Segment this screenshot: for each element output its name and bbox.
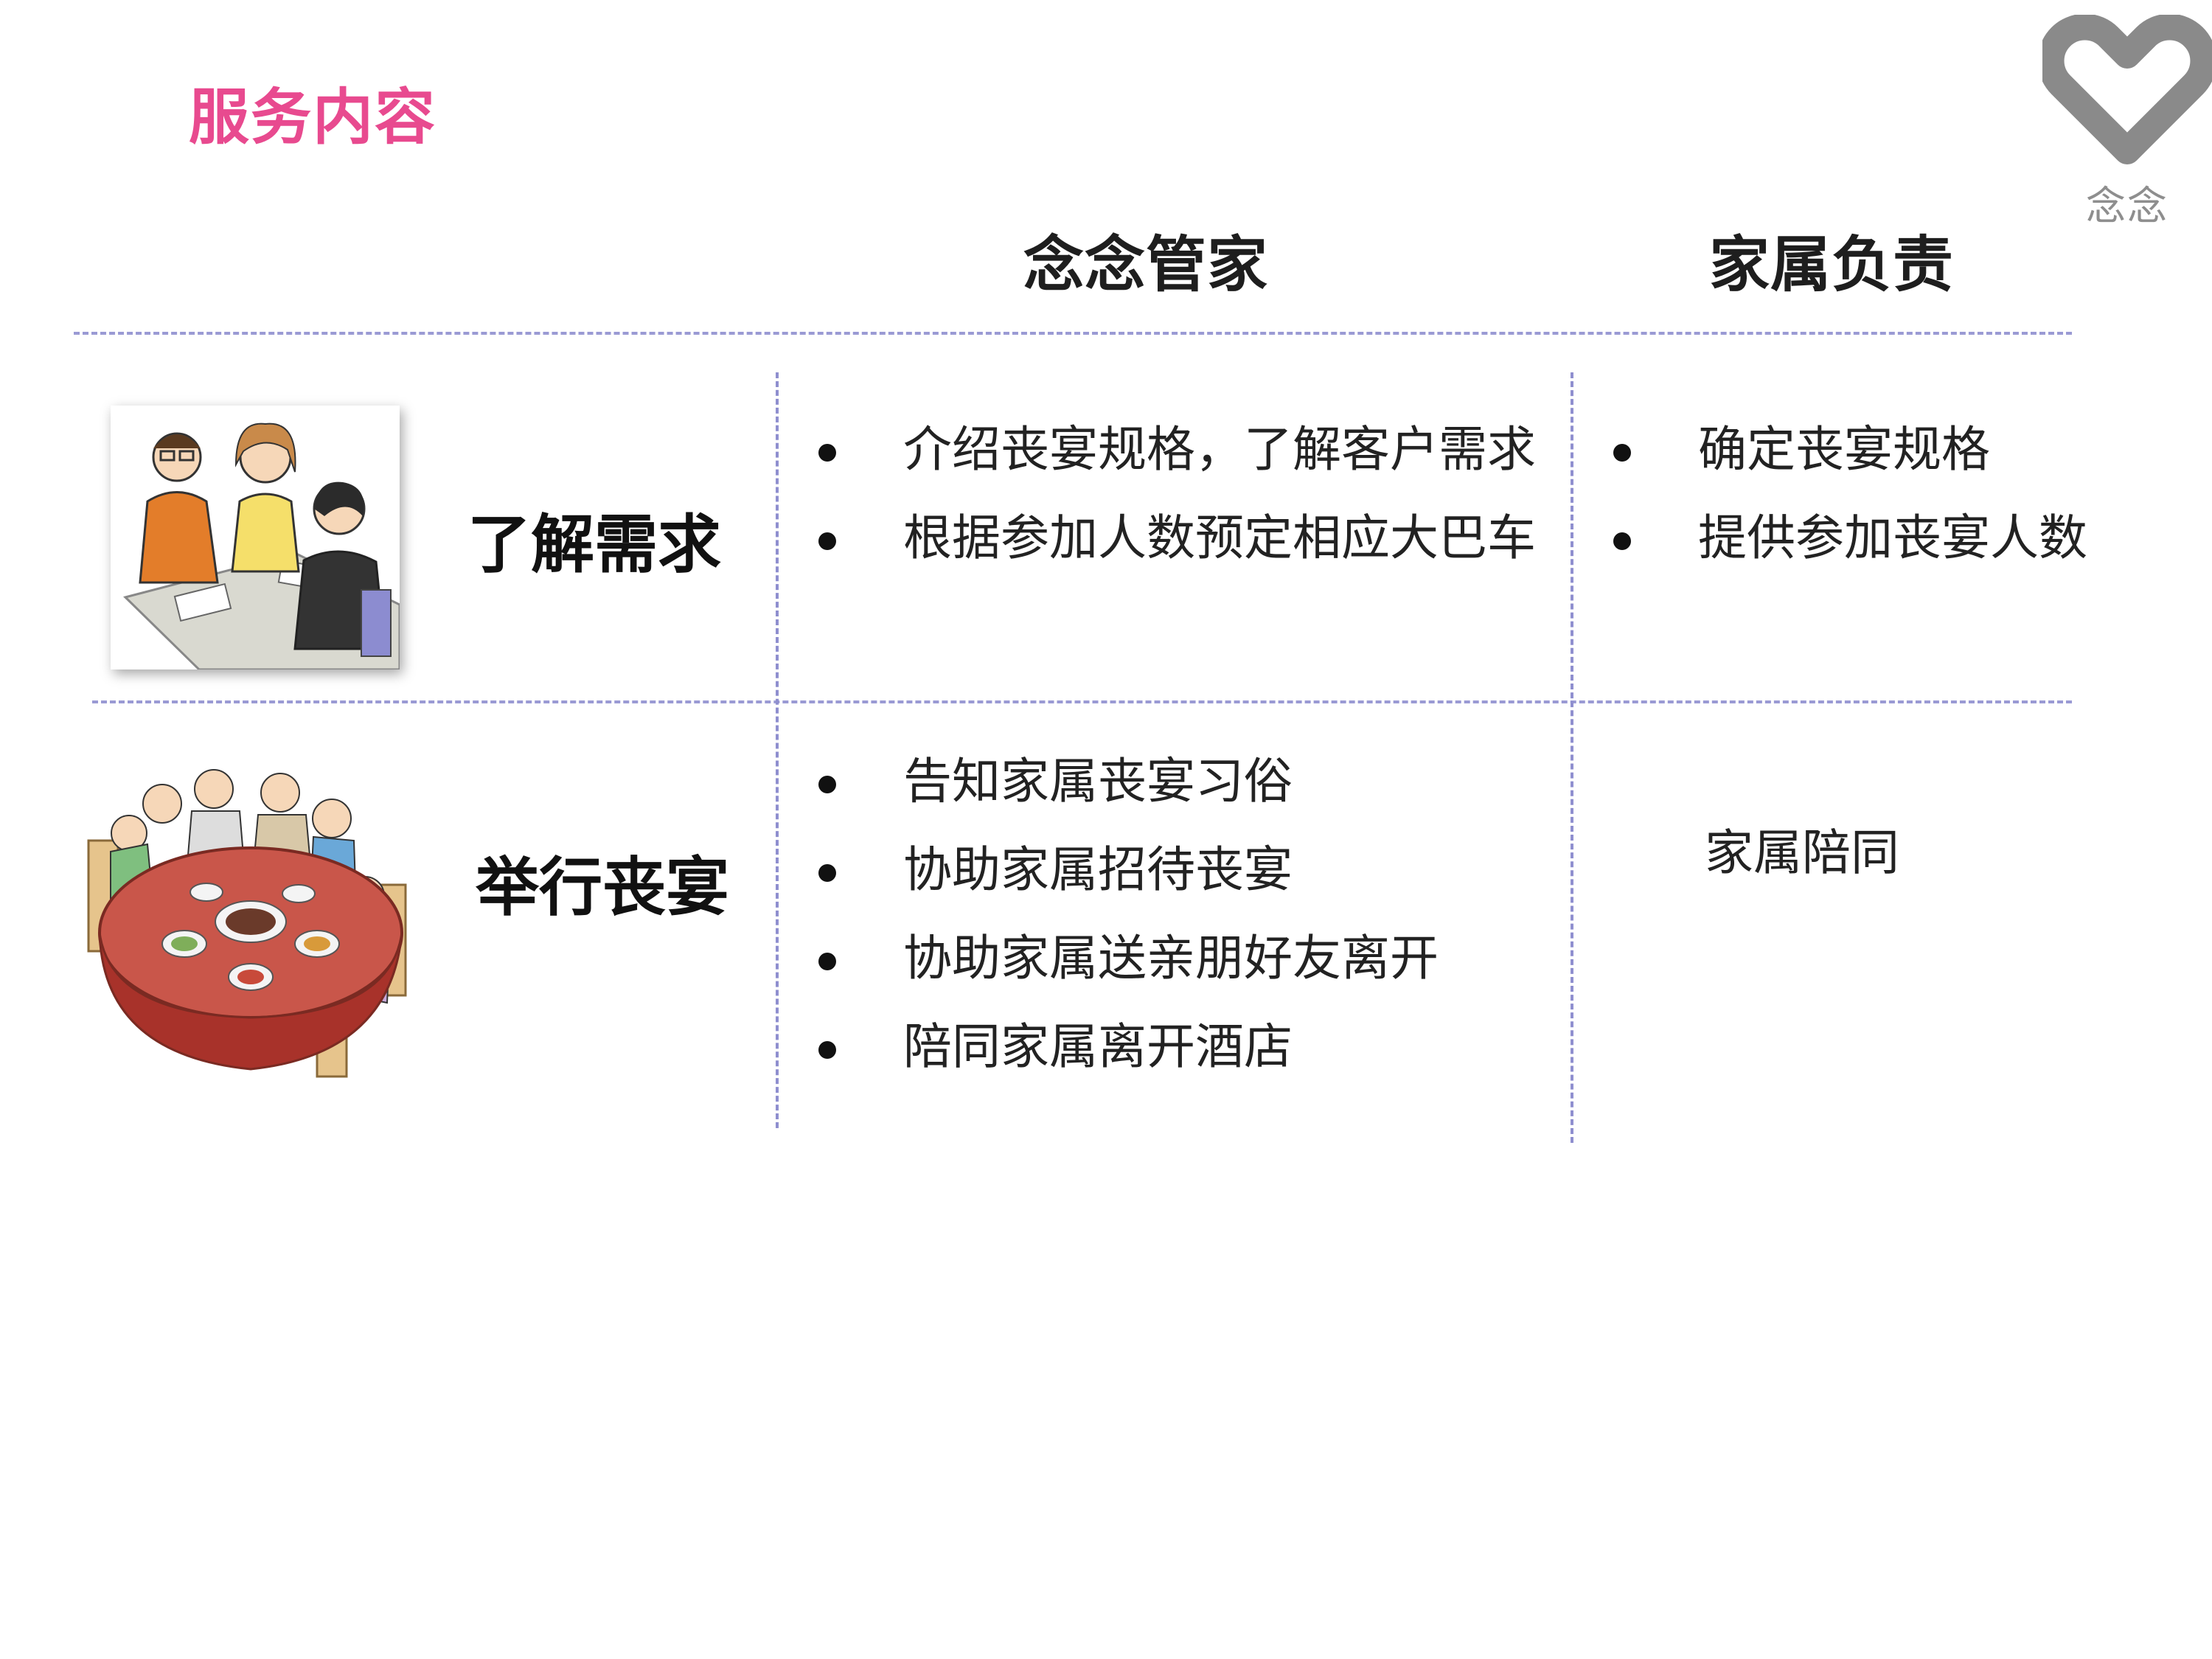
list-item: 协助家属招待丧宴	[818, 826, 1439, 914]
meeting-illustration-icon	[111, 406, 401, 671]
list-item: 协助家属送亲朋好友离开	[818, 914, 1439, 1003]
column-header-family: 家属负责	[1709, 230, 1955, 300]
list-item: 介绍丧宴规格，了解客户需求	[818, 406, 1536, 494]
row-label-hold-banquet: 举行丧宴	[476, 851, 729, 925]
row1-family-list: 确定丧宴规格 提供参加丧宴人数	[1613, 406, 2087, 582]
list-item: 确定丧宴规格	[1613, 406, 2087, 494]
column-divider-left	[776, 372, 779, 1128]
page-title: 服务内容	[189, 83, 437, 153]
heart-logo-icon	[2042, 15, 2212, 164]
column-divider-right	[1571, 372, 1573, 1143]
banquet-illustration	[81, 759, 420, 1091]
row2-butler-list: 告知家属丧宴习俗 协助家属招待丧宴 协助家属送亲朋好友离开 陪同家属离开酒店	[818, 737, 1439, 1091]
meeting-illustration	[111, 406, 401, 671]
list-item: 陪同家属离开酒店	[818, 1003, 1439, 1091]
list-item: 提供参加丧宴人数	[1613, 494, 2087, 582]
column-header-butler: 念念管家	[1023, 230, 1269, 300]
banquet-illustration-icon	[87, 769, 407, 1078]
header-divider	[74, 332, 2072, 335]
logo-text: 念念	[2086, 183, 2168, 229]
brand-logo: 念念	[2042, 15, 2212, 229]
list-item: 告知家属丧宴习俗	[818, 737, 1439, 826]
row2-family-text: 家属陪同	[1705, 824, 1899, 881]
row-label-understand-needs: 了解需求	[467, 508, 721, 582]
list-item: 根据参加人数预定相应大巴车	[818, 494, 1536, 582]
row-divider	[92, 700, 2072, 703]
row1-butler-list: 介绍丧宴规格，了解客户需求 根据参加人数预定相应大巴车	[818, 406, 1536, 582]
